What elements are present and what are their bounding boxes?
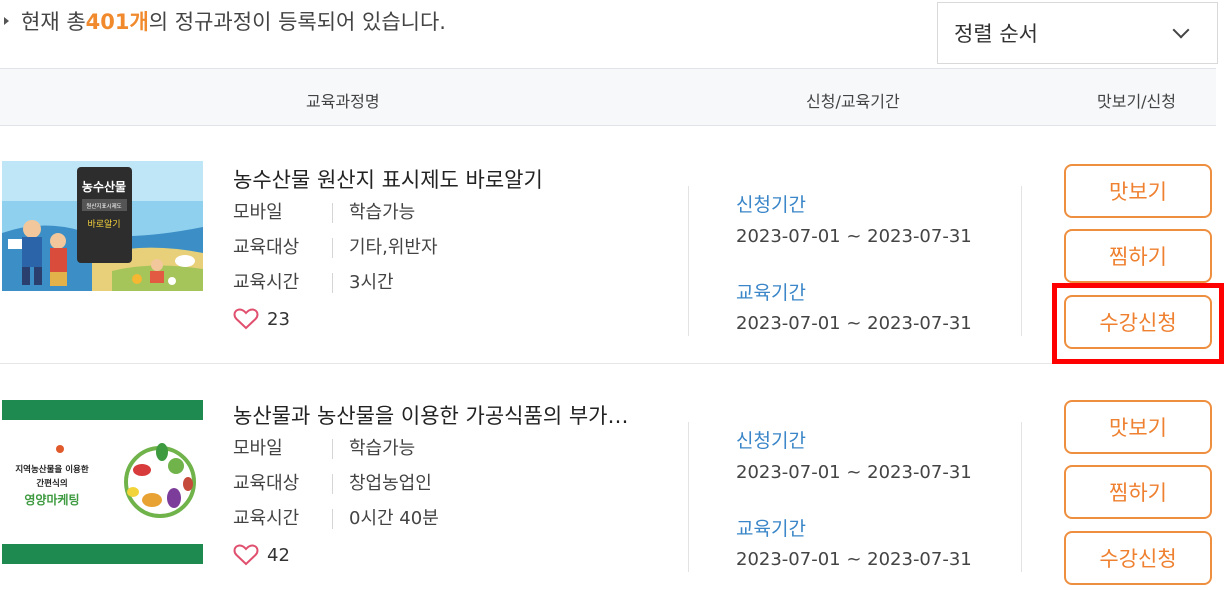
column-divider — [688, 422, 689, 572]
like-count: 42 — [267, 544, 290, 566]
course-thumbnail[interactable]: 지역농산물을 이용한 간편식의 영양마케팅 — [2, 400, 203, 564]
like-counter[interactable]: 42 — [233, 544, 290, 566]
edu-period-value: 2023-07-01 ~ 2023-07-31 — [736, 313, 972, 334]
thumb-title-line1: 지역농산물을 이용한 — [15, 464, 89, 475]
course-thumbnail[interactable]: 농수산물 원산지표시제도 바로알기 — [2, 161, 203, 291]
meta-key: 모바일 — [233, 203, 333, 223]
like-counter[interactable]: 23 — [233, 308, 290, 330]
thumb-title-line1: 농수산물 — [82, 179, 126, 194]
wishlist-button[interactable]: 찜하기 — [1064, 229, 1212, 283]
course-title-link[interactable]: 농수산물 원산지 표시제도 바로알기 — [233, 164, 663, 194]
preview-button[interactable]: 맛보기 — [1064, 164, 1212, 218]
meta-key: 모바일 — [233, 439, 333, 459]
meta-key: 교육시간 — [233, 273, 333, 293]
meta-value: 창업농업인 — [349, 473, 432, 494]
edu-period-value: 2023-07-01 ~ 2023-07-31 — [736, 549, 972, 570]
column-divider — [1021, 186, 1022, 336]
thumb-title-line2: 원산지표시제도 — [86, 202, 121, 210]
table-header: 교육과정명 신청/교육기간 맛보기/신청 — [0, 68, 1216, 126]
apply-period-value: 2023-07-01 ~ 2023-07-31 — [736, 226, 972, 247]
column-divider — [1021, 422, 1022, 572]
meta-mobile: 모바일 학습가능 — [233, 439, 415, 459]
chevron-down-icon — [1172, 21, 1190, 39]
edu-period-label: 교육기간 — [736, 282, 806, 304]
meta-value: 0시간 40분 — [349, 508, 439, 529]
bullet-arrow-icon — [4, 17, 9, 25]
summary-suffix: 의 정규과정이 등록되어 있습니다. — [148, 10, 446, 34]
meta-target: 교육대상 창업농업인 — [233, 474, 432, 494]
meta-key: 교육시간 — [233, 509, 333, 529]
meta-mobile: 모바일 학습가능 — [233, 203, 415, 223]
thumb-title-line3: 영양마케팅 — [24, 492, 79, 507]
meta-duration: 교육시간 3시간 — [233, 273, 394, 293]
like-count: 23 — [267, 308, 290, 330]
summary-prefix: 현재 총 — [21, 10, 86, 34]
course-title-link[interactable]: 농산물과 농산물을 이용한 가공식품의 부가… — [233, 400, 663, 430]
meta-value: 학습가능 — [349, 202, 416, 223]
meta-key: 교육대상 — [233, 474, 333, 494]
heart-icon — [233, 308, 259, 330]
apply-period-value: 2023-07-01 ~ 2023-07-31 — [736, 462, 972, 483]
wishlist-button[interactable]: 찜하기 — [1064, 465, 1212, 519]
sort-order-label: 정렬 순서 — [954, 22, 1038, 46]
preview-button[interactable]: 맛보기 — [1064, 400, 1212, 454]
course-count-summary: 현재 총 401개 의 정규과정이 등록되어 있습니다. — [0, 8, 446, 34]
heart-icon — [233, 544, 259, 566]
column-period: 신청/교육기간 — [806, 92, 900, 111]
edu-period-label: 교육기간 — [736, 518, 806, 540]
thumb-title-line2: 간편식의 — [36, 478, 67, 489]
meta-duration: 교육시간 0시간 40분 — [233, 509, 439, 529]
enroll-button[interactable]: 수강신청 — [1064, 531, 1212, 585]
column-divider — [688, 186, 689, 336]
meta-value: 3시간 — [349, 272, 394, 293]
meta-target: 교육대상 기타,위반자 — [233, 238, 438, 258]
column-course-name: 교육과정명 — [306, 92, 380, 111]
meta-value: 학습가능 — [349, 438, 416, 459]
course-row: 지역농산물을 이용한 간편식의 영양마케팅 농산물과 농산물을 이용한 가공식품… — [0, 384, 1218, 590]
course-row: 농수산물 원산지표시제도 바로알기 농수산물 원산지 표시제도 바로알기 모바일… — [0, 148, 1218, 364]
apply-period-label: 신청기간 — [736, 194, 806, 216]
meta-value: 기타,위반자 — [349, 237, 438, 258]
column-actions: 맛보기/신청 — [1097, 92, 1176, 111]
enroll-button[interactable]: 수강신청 — [1064, 295, 1212, 349]
meta-key: 교육대상 — [233, 238, 333, 258]
apply-period-label: 신청기간 — [736, 430, 806, 452]
thumb-title-line3: 바로알기 — [87, 219, 120, 230]
sort-order-select[interactable]: 정렬 순서 — [937, 2, 1218, 64]
course-count: 401개 — [85, 10, 149, 34]
